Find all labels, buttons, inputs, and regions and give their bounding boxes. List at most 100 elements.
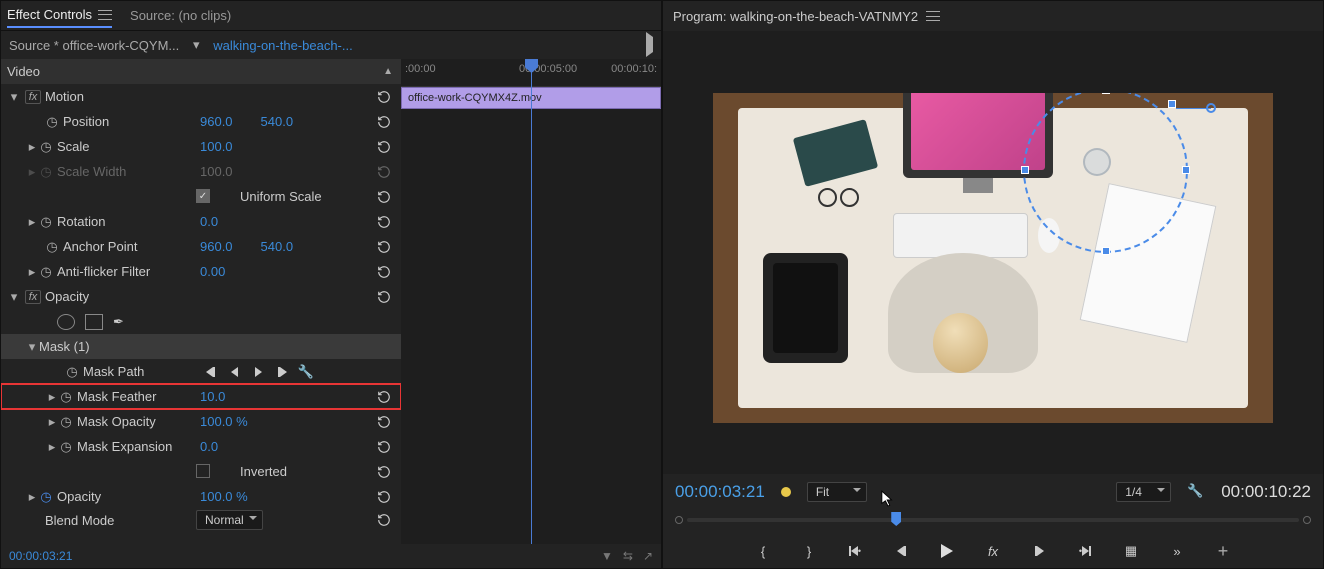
- resolution-dropdown[interactable]: 1/4: [1116, 482, 1171, 502]
- reset-button[interactable]: [375, 138, 393, 156]
- reset-button[interactable]: [375, 511, 393, 529]
- mask-tangent-handle[interactable]: [1206, 103, 1216, 113]
- mask-feather-row[interactable]: ▸ ◷ Mask Feather 10.0: [1, 384, 401, 409]
- track-forward-icon[interactable]: [249, 363, 267, 381]
- mask-outline[interactable]: [1023, 93, 1188, 253]
- share-icon[interactable]: ↗: [643, 549, 653, 563]
- scale-value[interactable]: 100.0: [200, 139, 233, 154]
- reset-button[interactable]: [375, 438, 393, 456]
- out-point-icon[interactable]: [1303, 516, 1311, 524]
- mask-handle-right[interactable]: [1182, 166, 1190, 174]
- stopwatch-icon[interactable]: ◷: [65, 365, 79, 379]
- mask-expansion-row[interactable]: ▸ ◷ Mask Expansion 0.0: [1, 434, 401, 459]
- track-back-one-icon[interactable]: [201, 363, 219, 381]
- add-button[interactable]: +: [1214, 542, 1232, 560]
- track-forward-one-icon[interactable]: [273, 363, 291, 381]
- blend-mode-row[interactable]: Blend Mode Normal: [1, 509, 401, 531]
- play-button[interactable]: [938, 542, 956, 560]
- go-to-out-icon[interactable]: •: [1076, 542, 1094, 560]
- antiflicker-row[interactable]: ▸ ◷ Anti-flicker Filter 0.00: [1, 259, 401, 284]
- fx-badge-icon[interactable]: fx: [25, 90, 41, 104]
- mask-handle-top[interactable]: [1102, 93, 1110, 94]
- fx-toggle-icon[interactable]: fx: [984, 542, 1002, 560]
- twisty-icon[interactable]: ▸: [25, 215, 39, 229]
- mask-opacity-row[interactable]: ▸ ◷ Mask Opacity 100.0 %: [1, 409, 401, 434]
- go-to-in-icon[interactable]: •: [846, 542, 864, 560]
- source-monitor-tab[interactable]: Source: (no clips): [130, 4, 231, 27]
- reset-button[interactable]: [375, 188, 393, 206]
- opacity-prop-row[interactable]: ▸ ◷ Opacity 100.0 %: [1, 484, 401, 509]
- mask-handle-left[interactable]: [1021, 166, 1029, 174]
- scrub-playhead[interactable]: [891, 512, 901, 526]
- sequence-link[interactable]: walking-on-the-beach-...: [213, 38, 352, 53]
- reset-button[interactable]: [375, 113, 393, 131]
- source-clip-label[interactable]: Source * office-work-CQYM...: [9, 38, 179, 53]
- effect-controls-tab[interactable]: Effect Controls: [7, 3, 112, 28]
- stopwatch-icon[interactable]: ◷: [59, 415, 73, 429]
- rectangle-mask-icon[interactable]: [85, 314, 103, 330]
- reset-button[interactable]: [375, 388, 393, 406]
- stopwatch-icon[interactable]: ◷: [39, 265, 53, 279]
- stopwatch-icon[interactable]: ◷: [45, 240, 59, 254]
- program-viewer[interactable]: [663, 31, 1323, 474]
- uniform-scale-row[interactable]: Uniform Scale: [1, 184, 401, 209]
- footer-timecode[interactable]: 00:00:03:21: [9, 549, 72, 563]
- reset-button[interactable]: [375, 213, 393, 231]
- reset-button[interactable]: [375, 88, 393, 106]
- opacity-row[interactable]: ▾ fx Opacity: [1, 284, 401, 309]
- mask-vertex[interactable]: [1168, 100, 1176, 108]
- track-settings-icon[interactable]: 🔧: [297, 363, 315, 381]
- scrub-track[interactable]: [687, 518, 1299, 522]
- inverted-checkbox[interactable]: [196, 464, 210, 478]
- source-dropdown-icon[interactable]: ▾: [189, 38, 203, 52]
- stopwatch-icon[interactable]: ◷: [45, 115, 59, 129]
- settings-icon[interactable]: 🔧: [1187, 483, 1205, 501]
- more-icon[interactable]: »: [1168, 542, 1186, 560]
- reset-button[interactable]: [375, 238, 393, 256]
- mask-opacity-value[interactable]: 100.0 %: [200, 414, 248, 429]
- track-back-icon[interactable]: [225, 363, 243, 381]
- effect-timeline[interactable]: :00:00 00:00:05:00 00:00:10: office-work…: [401, 59, 661, 544]
- twisty-icon[interactable]: ▸: [45, 415, 59, 429]
- reset-button[interactable]: [375, 288, 393, 306]
- play-only-icon[interactable]: [646, 37, 653, 52]
- mark-out-icon[interactable]: }: [800, 542, 818, 560]
- rotation-row[interactable]: ▸ ◷ Rotation 0.0: [1, 209, 401, 234]
- collapse-icon[interactable]: ▲: [383, 66, 393, 77]
- position-x-value[interactable]: 960.0: [200, 114, 233, 129]
- reset-button[interactable]: [375, 263, 393, 281]
- rotation-value[interactable]: 0.0: [200, 214, 218, 229]
- filter-icon[interactable]: ▼: [601, 549, 613, 563]
- zoom-dropdown[interactable]: Fit: [807, 482, 867, 502]
- panel-menu-icon[interactable]: [926, 11, 940, 21]
- stopwatch-icon[interactable]: ◷: [59, 390, 73, 404]
- uniform-scale-checkbox[interactable]: [196, 189, 210, 203]
- mask-feather-value[interactable]: 10.0: [200, 389, 225, 404]
- mask-handle-bottom[interactable]: [1102, 247, 1110, 255]
- mask-1-row[interactable]: ▾ Mask (1): [1, 334, 401, 359]
- in-point-icon[interactable]: [675, 516, 683, 524]
- twisty-icon[interactable]: ▸: [25, 265, 39, 279]
- motion-row[interactable]: ▾ fx Motion: [1, 84, 401, 109]
- twisty-icon[interactable]: ▾: [7, 90, 21, 104]
- stopwatch-icon[interactable]: ◷: [59, 440, 73, 454]
- twisty-icon[interactable]: ▸: [25, 140, 39, 154]
- mark-in-icon[interactable]: {: [754, 542, 772, 560]
- stopwatch-icon[interactable]: ◷: [39, 140, 53, 154]
- anchor-y-value[interactable]: 540.0: [261, 239, 294, 254]
- lift-icon[interactable]: ▦: [1122, 542, 1140, 560]
- stopwatch-icon[interactable]: ◷: [39, 215, 53, 229]
- fx-badge-icon[interactable]: fx: [25, 290, 41, 304]
- swap-icon[interactable]: ⇆: [623, 549, 633, 563]
- anchor-point-row[interactable]: ◷ Anchor Point 960.0540.0: [1, 234, 401, 259]
- twisty-icon[interactable]: ▾: [7, 290, 21, 304]
- mask-expansion-value[interactable]: 0.0: [200, 439, 218, 454]
- scale-row[interactable]: ▸ ◷ Scale 100.0: [1, 134, 401, 159]
- twisty-icon[interactable]: ▸: [45, 390, 59, 404]
- panel-menu-icon[interactable]: [98, 10, 112, 20]
- position-y-value[interactable]: 540.0: [261, 114, 294, 129]
- step-forward-icon[interactable]: [1030, 542, 1048, 560]
- ellipse-mask-icon[interactable]: [57, 314, 75, 330]
- position-row[interactable]: ◷ Position 960.0540.0: [1, 109, 401, 134]
- reset-button[interactable]: [375, 413, 393, 431]
